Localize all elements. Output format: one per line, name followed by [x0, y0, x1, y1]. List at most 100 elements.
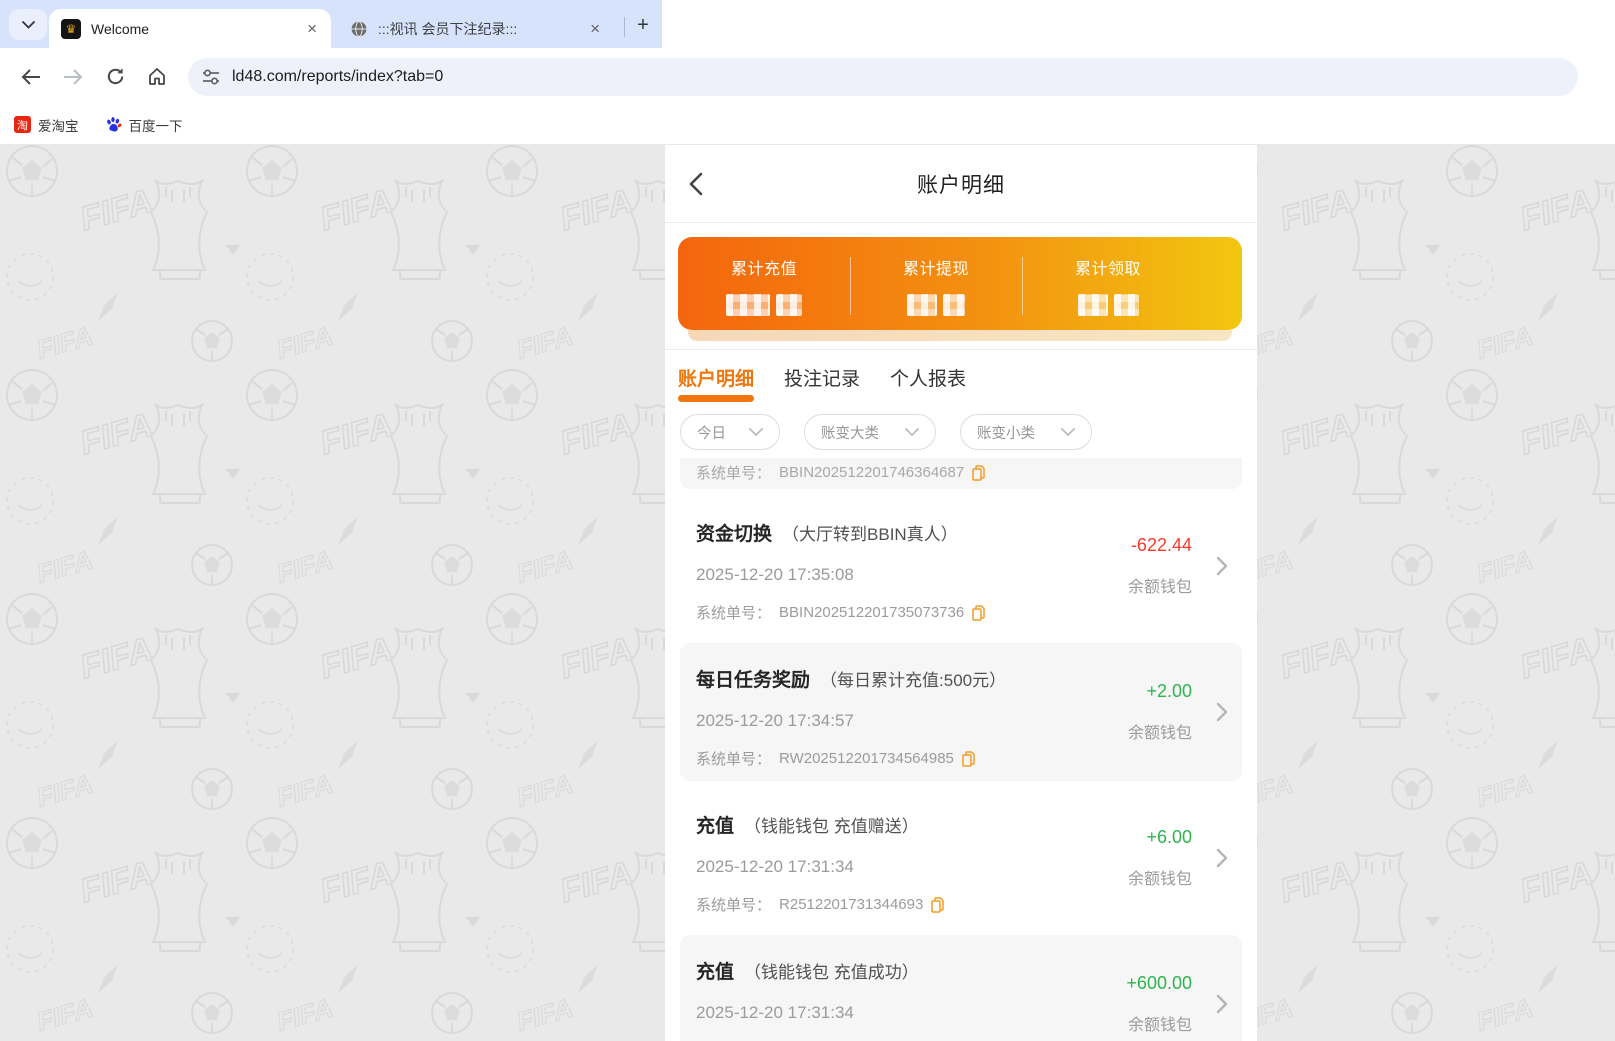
- bookmark-label: 爱淘宝: [38, 118, 79, 134]
- page-background: FIFA FIFA 账户明细: [0, 145, 1615, 1041]
- summary-total-claimed: 累计领取: [1022, 255, 1194, 316]
- censored-value: [726, 294, 802, 316]
- home-icon: [149, 68, 165, 85]
- filter-minor-type-dropdown[interactable]: 账变小类: [960, 414, 1092, 450]
- back-arrow-icon: [21, 68, 40, 85]
- filter-label: 今日: [697, 425, 726, 442]
- filter-major-type-dropdown[interactable]: 账变大类: [804, 414, 936, 450]
- copy-icon[interactable]: [972, 604, 985, 621]
- summary-label: 累计领取: [1074, 261, 1141, 278]
- tab-title: :::视讯 会员下注纪录:::: [378, 20, 518, 37]
- txn-wallet: 余额钱包: [1127, 871, 1192, 888]
- forward-arrow-icon: [64, 68, 83, 85]
- list-item-clipped[interactable]: 系统单号： BBIN202512201746364687: [680, 458, 1242, 489]
- txn-amount: +6.00: [1146, 827, 1192, 847]
- tab-label: 账户明细: [678, 369, 755, 390]
- browser-tab-records[interactable]: :::视讯 会员下注纪录::: ×: [338, 9, 614, 48]
- txn-subtitle: （每日累计充值:500元）: [820, 671, 1007, 690]
- serial-number: R2512201731344693: [779, 896, 924, 913]
- active-tab-underline: [678, 395, 755, 402]
- txn-amount: +600.00: [1126, 973, 1192, 993]
- summary-total-withdraw: 累计提现: [850, 255, 1022, 316]
- close-icon[interactable]: ×: [305, 20, 319, 37]
- gold-emblem-icon: ♛: [61, 18, 81, 39]
- list-item[interactable]: 充值 （钱能钱包 充值赠送） 2025-12-20 17:31:34 系统单号：…: [680, 789, 1242, 927]
- site-info-icon[interactable]: [202, 69, 220, 85]
- txn-subtitle: （钱能钱包 充值成功）: [744, 963, 919, 982]
- txn-type: 充值: [696, 962, 735, 983]
- txn-type: 充值: [696, 816, 735, 837]
- reload-icon: [107, 68, 123, 85]
- page-title: 账户明细: [917, 174, 1005, 197]
- txn-wallet: 余额钱包: [1127, 579, 1192, 596]
- bookmarks-bar: 淘 爱淘宝 百度一下: [0, 105, 1615, 145]
- taobao-icon: 淘: [14, 116, 31, 133]
- summary-total-deposit: 累计充值: [678, 255, 850, 316]
- new-tab-button[interactable]: +: [630, 12, 656, 38]
- serial-prefix: 系统单号：: [696, 897, 772, 914]
- filter-bar: 今日 账变大类 账变小类: [665, 407, 1257, 458]
- tab-label: 个人报表: [890, 369, 967, 390]
- account-detail-panel: 账户明细 累计充值 累计提现 累计领取 账户明细 投注记录 个人报表 今日 账变…: [665, 145, 1257, 1041]
- chevron-down-icon: [1061, 428, 1075, 436]
- chevron-right-icon: [1216, 702, 1228, 722]
- tab-bet-records[interactable]: 投注记录: [784, 364, 860, 407]
- txn-wallet: 余额钱包: [1127, 1017, 1192, 1034]
- txn-amount: -622.44: [1130, 535, 1192, 555]
- bookmark-baidu[interactable]: 百度一下: [105, 115, 183, 135]
- filter-label: 账变小类: [977, 425, 1035, 442]
- txn-wallet: 余额钱包: [1127, 725, 1192, 742]
- filter-label: 账变大类: [821, 425, 879, 442]
- tab-personal-report[interactable]: 个人报表: [890, 364, 966, 407]
- baidu-paw-icon: [106, 117, 121, 132]
- summary-card-shadow-strip: [688, 330, 1232, 341]
- forward-button[interactable]: [56, 60, 90, 94]
- bookmark-label: 百度一下: [128, 118, 183, 134]
- serial-number: BBIN202512201735073736: [779, 604, 965, 621]
- chevron-right-icon: [1216, 848, 1228, 868]
- serial-prefix: 系统单号：: [696, 465, 772, 482]
- bookmark-aitaobao[interactable]: 淘 爱淘宝: [14, 115, 79, 135]
- filter-date-dropdown[interactable]: 今日: [680, 414, 780, 450]
- txn-type: 每日任务奖励: [696, 670, 811, 691]
- tab-account-detail[interactable]: 账户明细: [678, 364, 755, 407]
- browser-tab-welcome[interactable]: ♛ Welcome ×: [49, 9, 331, 48]
- browser-toolbar: ld48.com/reports/index?tab=0: [0, 48, 1615, 105]
- chevron-down-icon: [749, 428, 763, 436]
- txn-amount: +2.00: [1146, 681, 1192, 701]
- copy-icon[interactable]: [962, 750, 975, 767]
- report-tabs: 账户明细 投注记录 个人报表: [665, 350, 1257, 407]
- page-header: 账户明细: [665, 145, 1257, 223]
- summary-card: 累计充值 累计提现 累计领取: [678, 237, 1242, 330]
- reload-button[interactable]: [98, 60, 132, 94]
- chevron-down-icon: [905, 428, 919, 436]
- tab-search-button[interactable]: [9, 9, 47, 40]
- close-icon[interactable]: ×: [588, 20, 602, 37]
- browser-tab-strip: ♛ Welcome × :::视讯 会员下注纪录::: × +: [0, 0, 1615, 48]
- txn-type: 资金切换: [696, 524, 773, 545]
- address-bar[interactable]: ld48.com/reports/index?tab=0: [188, 57, 1578, 96]
- copy-icon[interactable]: [931, 896, 945, 913]
- summary-label: 累计提现: [902, 261, 969, 278]
- globe-icon: [351, 20, 367, 37]
- censored-value: [907, 294, 965, 316]
- txn-subtitle: （大厅转到BBIN真人）: [782, 525, 958, 544]
- censored-value: [1077, 294, 1139, 316]
- serial-number: RW202512201734564985: [779, 750, 954, 767]
- serial-number: BBIN202512201746364687: [779, 464, 965, 481]
- home-button[interactable]: [140, 60, 174, 94]
- copy-icon[interactable]: [972, 464, 985, 481]
- summary-label: 累计充值: [730, 261, 797, 278]
- back-button[interactable]: [14, 60, 48, 94]
- list-item[interactable]: 资金切换 （大厅转到BBIN真人） 2025-12-20 17:35:08 系统…: [680, 497, 1242, 635]
- list-item[interactable]: 每日任务奖励 （每日累计充值:500元） 2025-12-20 17:34:57…: [680, 643, 1242, 781]
- tab-separator: [624, 17, 625, 37]
- list-item[interactable]: 充值 （钱能钱包 充值成功） 2025-12-20 17:31:34 +600.…: [680, 935, 1242, 1041]
- summary-section: 累计充值 累计提现 累计领取: [665, 223, 1257, 350]
- serial-prefix: 系统单号：: [696, 605, 772, 622]
- url-text[interactable]: ld48.com/reports/index?tab=0: [232, 68, 443, 86]
- chevron-down-icon: [21, 20, 35, 29]
- chevron-right-icon: [1216, 994, 1228, 1014]
- transaction-list: 系统单号： BBIN202512201746364687 资金切换 （大厅转到B…: [665, 458, 1257, 1041]
- tab-label: 投注记录: [784, 369, 861, 390]
